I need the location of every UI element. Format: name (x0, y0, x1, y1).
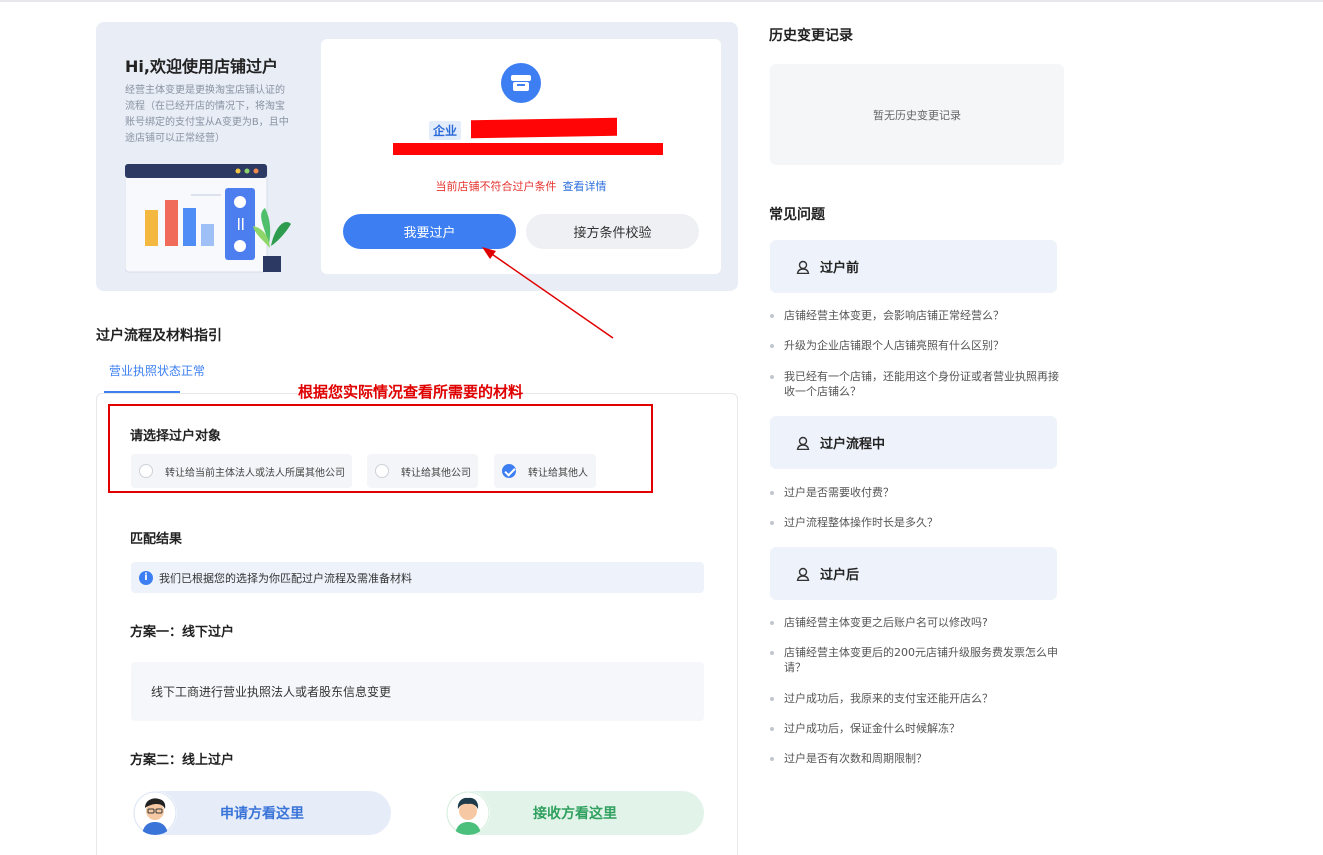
plan-online-title: 方案二：线上过户 (130, 753, 235, 768)
enterprise-tag: 企业 (429, 121, 462, 140)
redacted-store-name (471, 117, 617, 139)
receiver-avatar-icon (446, 791, 490, 835)
match-result-title: 匹配结果 (130, 532, 183, 547)
annotation-arrow-icon (482, 247, 614, 339)
plan-offline-desc: 线下工商进行营业执照法人或者股东信息变更 (151, 685, 392, 699)
store-transfer-illustration-icon (125, 164, 291, 273)
faq-item[interactable]: 过户是否有次数和周期限制？ (770, 751, 1060, 766)
user-icon (796, 436, 810, 450)
faq-group-after[interactable]: 过户后 (770, 547, 1057, 600)
match-info-bar: i 我们已根据您的选择为你匹配过户流程及需准备材料 (131, 562, 704, 593)
condition-warning: 当前店铺不符合过户条件 (435, 180, 557, 193)
applicant-guide-label: 申请方看这里 (220, 806, 304, 822)
hero-title: Hi,欢迎使用店铺过户 (125, 57, 278, 76)
hero-description: 经营主体变更是更换淘宝店铺认证的流程（在已经开店的情况下，将淘宝账号绑定的支付宝… (125, 85, 289, 144)
annotation-text: 根据您实际情况查看所需要的材料 (298, 383, 524, 401)
plan-offline-title: 方案一：线下过户 (130, 625, 235, 640)
view-details-link[interactable]: 查看详情 (563, 180, 607, 193)
user-icon (796, 567, 810, 581)
active-tab-indicator (104, 391, 180, 393)
condition-status: 当前店铺不符合过户条件 查看详情 (321, 178, 721, 194)
user-icon (796, 260, 810, 274)
hero-banner: Hi,欢迎使用店铺过户 经营主体变更是更换淘宝店铺认证的流程（在已经开店的情况下… (96, 22, 738, 291)
faq-group-label: 过户后 (820, 568, 860, 583)
faq-item[interactable]: 过户成功后，保证金什么时候解冻？ (770, 721, 1060, 736)
faq-group-before[interactable]: 过户前 (770, 240, 1057, 293)
faq-item[interactable]: 过户成功后，我原来的支付宝还能开店么？ (770, 691, 1060, 706)
history-empty-text: 暂无历史变更记录 (873, 108, 961, 122)
redacted-store-details (393, 143, 663, 155)
faq-item[interactable]: 店铺经营主体变更，会影响店铺正常经营么？ (770, 308, 1060, 323)
faq-item[interactable]: 过户是否需要收付费？ (770, 485, 1060, 500)
receiver-guide-label: 接收方看这里 (533, 806, 617, 822)
tab-license-normal[interactable]: 营业执照状态正常 (109, 362, 205, 379)
faq-item[interactable]: 店铺经营主体变更之后账户名可以修改吗? (770, 615, 1060, 630)
receiver-guide-button[interactable]: 接收方看这里 (446, 791, 704, 835)
applicant-guide-button[interactable]: 申请方看这里 (133, 791, 391, 835)
faq-group-label: 过户流程中 (820, 437, 886, 452)
store-icon (501, 63, 541, 103)
top-divider (0, 0, 1323, 2)
faq-group-label: 过户前 (820, 261, 860, 276)
match-info-text: 我们已根据您的选择为你匹配过户流程及需准备材料 (159, 571, 412, 585)
faq-item[interactable]: 升级为企业店铺跟个人店铺亮照有什么区别？ (770, 338, 1060, 353)
faq-title: 常见问题 (769, 207, 825, 223)
info-icon: i (139, 570, 153, 585)
faq-item[interactable]: 过户流程整体操作时长是多久？ (770, 515, 1060, 530)
faq-item[interactable]: 我已经有一个店铺，还能用这个身份证或者营业执照再接收一个店铺么？ (770, 369, 1060, 399)
history-title: 历史变更记录 (769, 28, 853, 44)
faq-group-during[interactable]: 过户流程中 (770, 416, 1057, 469)
history-empty-box: 暂无历史变更记录 (770, 64, 1064, 165)
process-section-title: 过户流程及材料指引 (96, 328, 222, 344)
plan-offline-box: 线下工商进行营业执照法人或者股东信息变更 (131, 662, 704, 721)
faq-item[interactable]: 店铺经营主体变更后的200元店铺升级服务费发票怎么申请？ (770, 645, 1060, 675)
annotation-box (108, 404, 653, 493)
applicant-avatar-icon (133, 791, 177, 835)
